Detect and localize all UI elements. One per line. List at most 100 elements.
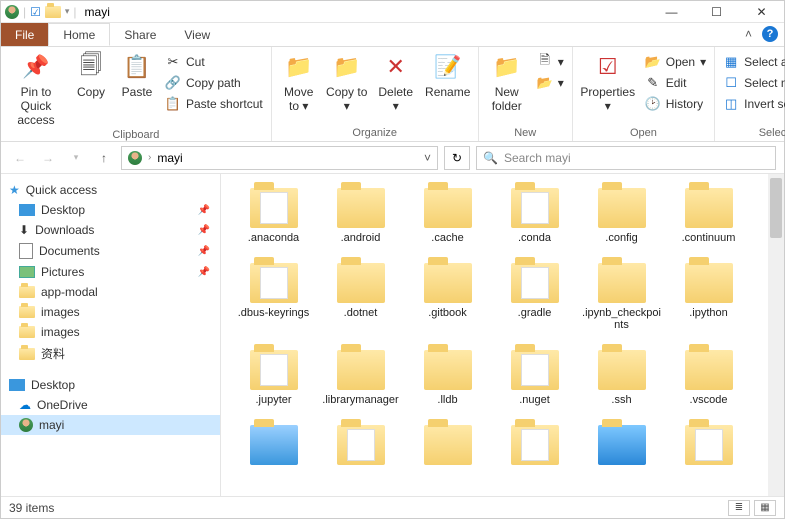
folder-item[interactable]: .vscode [666,350,751,407]
nav-app-modal[interactable]: app-modal [1,282,220,302]
minimize-button[interactable]: — [649,1,694,23]
nav-ziliao[interactable]: 资料 [1,342,220,365]
new-folder-button[interactable]: 📁New folder [485,51,529,113]
copy-path-icon: 🔗 [165,75,181,91]
recent-dropdown[interactable]: ▾ [65,147,87,169]
tab-share[interactable]: Share [110,23,170,46]
folder-icon [598,188,646,228]
folder-item[interactable]: .librarymanager [318,350,403,407]
cut-button[interactable]: ✂Cut [163,53,265,71]
edit-button[interactable]: ✎Edit [643,74,708,92]
folder-item[interactable]: .dotnet [318,263,403,332]
user-icon [128,151,142,165]
nav-pictures[interactable]: Pictures📌 [1,262,220,282]
new-item-button[interactable]: 🗎▾ [535,53,566,71]
nav-onedrive[interactable]: ☁OneDrive [1,395,220,415]
address-bar[interactable]: › mayi ˅ [121,146,438,170]
folder-item[interactable] [231,425,316,465]
folder-item[interactable]: .gitbook [405,263,490,332]
nav-images[interactable]: images [1,302,220,322]
folder-item[interactable]: .continuum [666,188,751,245]
select-all-button[interactable]: ▦Select all [721,53,785,71]
rename-button[interactable]: 📝Rename [424,51,472,99]
folder-item[interactable] [666,425,751,465]
copy-button[interactable]: 🗐 Copy [71,51,111,99]
folder-icon [19,348,35,360]
tab-view[interactable]: View [170,23,224,46]
folder-icon [511,263,559,303]
properties-button[interactable]: ☑Properties ▾ [579,51,637,113]
folder-item[interactable]: .nuget [492,350,577,407]
ribbon-collapse-icon[interactable]: ˄ [745,27,752,41]
help-icon[interactable]: ? [762,26,778,42]
nav-desktop-group[interactable]: Desktop [1,375,220,395]
folder-item[interactable]: .config [579,188,664,245]
folder-icon [685,425,733,465]
select-none-button[interactable]: ☐Select none [721,74,785,92]
desktop-icon [9,379,25,391]
folder-item[interactable] [318,425,403,465]
history-button[interactable]: 🕑History [643,95,708,113]
details-view-button[interactable]: ≣ [728,500,750,516]
nav-quick-access[interactable]: ★Quick access [1,180,220,200]
nav-images[interactable]: images [1,322,220,342]
back-button[interactable]: ← [9,147,31,169]
folder-item[interactable] [579,425,664,465]
invert-selection-button[interactable]: ◫Invert selection [721,95,785,113]
folder-item[interactable] [405,425,490,465]
paste-button[interactable]: 📋 Paste [117,51,157,99]
folder-item[interactable]: .cache [405,188,490,245]
folder-item[interactable]: .dbus-keyrings [231,263,316,332]
refresh-button[interactable]: ↻ [444,146,470,170]
copy-to-button[interactable]: 📁Copy to ▾ [326,51,368,113]
folder-item[interactable]: .ipython [666,263,751,332]
up-button[interactable]: ↑ [93,147,115,169]
folder-item[interactable]: .lldb [405,350,490,407]
nav-documents[interactable]: Documents📌 [1,240,220,262]
icons-view-button[interactable]: ▦ [754,500,776,516]
folder-item[interactable]: .anaconda [231,188,316,245]
folder-item[interactable]: .android [318,188,403,245]
qat-dropdown-icon[interactable]: ▾ [65,6,70,17]
search-box[interactable]: 🔍 Search mayi [476,146,776,170]
tab-home[interactable]: Home [48,23,110,46]
folder-icon [511,188,559,228]
user-icon [5,5,19,19]
folder-icon [337,263,385,303]
folder-item[interactable] [492,425,577,465]
close-button[interactable]: ✕ [739,1,784,23]
navigation-pane[interactable]: ★Quick access Desktop📌 ⬇Downloads📌 Docum… [1,174,221,496]
folder-icon [598,350,646,390]
qat-folder-icon[interactable] [45,6,61,18]
folder-item[interactable]: .jupyter [231,350,316,407]
folder-item[interactable]: .conda [492,188,577,245]
qat-checkbox-icon[interactable]: ☑ [30,5,41,19]
paste-icon: 📋 [121,51,153,83]
paste-shortcut-button[interactable]: 📋Paste shortcut [163,95,265,113]
delete-button[interactable]: ✕Delete ▾ [374,51,418,113]
pin-to-quick-access-button[interactable]: 📌 Pin to Quick access [7,51,65,127]
tab-file[interactable]: File [1,23,48,46]
copy-path-button[interactable]: 🔗Copy path [163,74,265,92]
folder-label: .dotnet [344,307,378,320]
file-view[interactable]: .anaconda.android.cache.conda.config.con… [221,174,784,496]
easy-access-button[interactable]: 📂▾ [535,74,566,92]
vertical-scrollbar[interactable] [768,174,784,496]
item-count: 39 items [9,501,54,515]
open-button[interactable]: 📂Open ▾ [643,53,708,71]
nav-desktop[interactable]: Desktop📌 [1,200,220,220]
folder-item[interactable]: .ssh [579,350,664,407]
maximize-button[interactable]: ☐ [694,1,739,23]
folder-icon [424,263,472,303]
open-icon: 📂 [645,54,661,70]
breadcrumb-item[interactable]: mayi [157,151,182,165]
nav-mayi[interactable]: mayi [1,415,220,435]
scroll-thumb[interactable] [770,178,782,238]
clipboard-group-label: Clipboard [7,127,265,141]
move-to-button[interactable]: 📁Move to ▾ [278,51,320,113]
folder-item[interactable]: .ipynb_checkpoints [579,263,664,332]
nav-downloads[interactable]: ⬇Downloads📌 [1,220,220,240]
forward-button[interactable]: → [37,147,59,169]
folder-item[interactable]: .gradle [492,263,577,332]
address-dropdown-icon[interactable]: ˅ [424,151,431,165]
